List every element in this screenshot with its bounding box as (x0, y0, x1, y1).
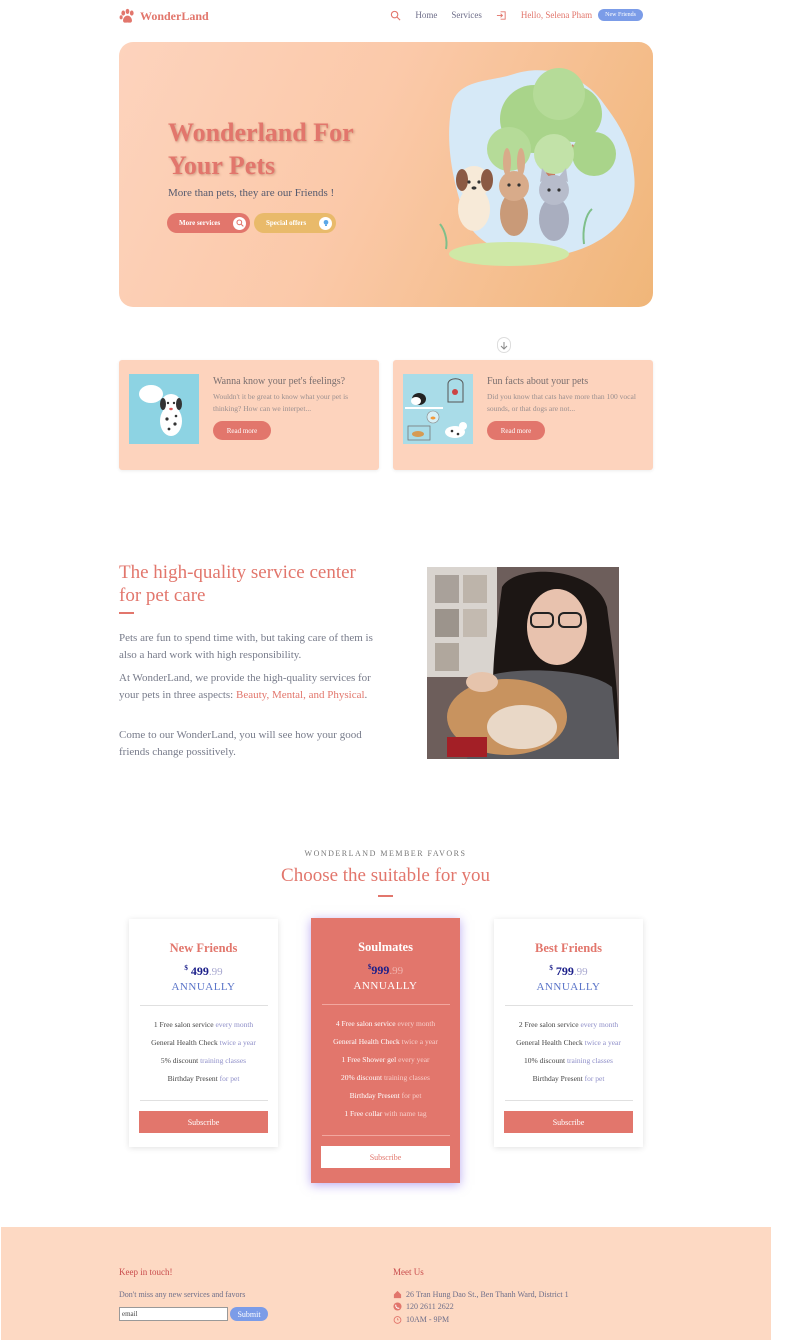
article-card: Wanna know your pet's feelings? Wouldn't… (119, 360, 379, 470)
meet-us-title: Meet Us (393, 1267, 424, 1277)
plan-card-soulmates: Soulmates $999.99 ANNUALLY 4 Free salon … (311, 918, 460, 1183)
article-title[interactable]: Fun facts about your pets (487, 376, 588, 387)
plan-features: 1 Free salon service every month General… (129, 1016, 278, 1088)
plan-price: $999.99 (367, 963, 404, 977)
paw-icon (119, 8, 134, 23)
plan-feature: General Health Check twice a year (151, 1038, 256, 1047)
pricing-eyebrow: WONDERLAND MEMBER FAVORS (304, 849, 467, 858)
hero-banner: Wonderland For Your Pets More than pets,… (119, 42, 653, 353)
plan-features: 2 Free salon service every month General… (494, 1016, 643, 1088)
plan-feature: 20% discount training classes (341, 1073, 430, 1082)
title-underline (378, 895, 393, 897)
read-more-button[interactable]: Read more (213, 421, 271, 440)
plan-feature: 10% discount training classes (524, 1056, 613, 1065)
email-field[interactable] (119, 1307, 228, 1321)
lightbulb-icon (319, 216, 332, 230)
article-excerpt: Did you know that cats have more than 10… (487, 392, 636, 413)
plan-card-new-friends: New Friends $ 499.99 ANNUALLY 1 Free sal… (129, 919, 278, 1147)
read-more-button[interactable]: Read more (487, 421, 545, 440)
plan-features: 4 Free salon service every month General… (311, 1015, 460, 1123)
logo[interactable]: WonderLand (119, 8, 209, 25)
divider (139, 1005, 268, 1006)
plan-name: New Friends (169, 941, 238, 955)
plan-feature: 1 Free collar with name tag (344, 1109, 427, 1118)
nav-links: Home Services Hello, Selena Pham New Fri… (390, 9, 643, 21)
plan-feature: General Health Check twice a year (516, 1038, 621, 1047)
nav-services[interactable]: Services (451, 10, 482, 20)
plan-feature: 1 Free salon service every month (153, 1020, 254, 1029)
plan-price: $ 499.99 (184, 964, 223, 978)
special-offers-button[interactable]: Special offers (254, 213, 336, 233)
article-title[interactable]: Wanna know your pet's feelings? (213, 376, 345, 387)
pets-facts-image (403, 374, 473, 444)
footer: Keep in touch! Don't miss any new servic… (1, 1227, 771, 1340)
dalmatian-image (129, 374, 199, 444)
hero-title: Wonderland For Your Pets (168, 118, 354, 180)
plan-period: ANNUALLY (171, 981, 236, 993)
subscribe-button[interactable]: Subscribe (139, 1111, 268, 1133)
divider (321, 1135, 450, 1136)
plan-feature: Birthday Present for pet (167, 1074, 240, 1083)
phone-row: 120 2611 2622 (393, 1302, 454, 1311)
login-icon[interactable] (496, 10, 507, 21)
phone-icon (393, 1302, 402, 1311)
nav-home[interactable]: Home (415, 10, 437, 20)
woman-with-cat-photo (427, 567, 619, 759)
search-icon[interactable] (390, 10, 401, 21)
hours-text: 10AM - 9PM (406, 1315, 450, 1324)
pets-illustration (439, 68, 635, 266)
divider (321, 1004, 450, 1005)
hours-row: 10AM - 9PM (393, 1315, 449, 1324)
hero-buttons: More services Special offers (167, 213, 336, 233)
article-excerpt: Wouldn't it be great to know what your p… (213, 392, 349, 413)
divider (504, 1005, 633, 1006)
plan-price: $ 799.99 (549, 964, 588, 978)
membership-badge[interactable]: New Friends (598, 9, 643, 21)
plan-card-best-friends: Best Friends $ 799.99 ANNUALLY 2 Free sa… (494, 919, 643, 1147)
address-text: 26 Tran Hung Dao St., Ben Thanh Ward, Di… (406, 1290, 569, 1299)
about-text: . (364, 689, 368, 701)
plan-feature: 4 Free salon service every month (335, 1019, 436, 1028)
search-icon (233, 216, 246, 230)
plan-period: ANNUALLY (353, 980, 418, 992)
scroll-down-button[interactable] (497, 337, 511, 353)
newsletter-text: Don't miss any new services and favors (119, 1290, 246, 1299)
article-card: Fun facts about your pets Did you know t… (393, 360, 653, 470)
plan-feature: Birthday Present for pet (349, 1091, 422, 1100)
about-paragraph: At WonderLand, we provide the high-quali… (119, 670, 381, 704)
submit-button[interactable]: Submit (230, 1307, 268, 1321)
plan-feature: 1 Free Shower gel every year (341, 1055, 430, 1064)
more-services-button[interactable]: More services (167, 213, 250, 233)
keep-in-touch-title: Keep in touch! (119, 1267, 173, 1277)
plan-feature: Birthday Present for pet (532, 1074, 605, 1083)
plan-name: Soulmates (358, 940, 413, 954)
divider (504, 1100, 633, 1101)
divider (139, 1100, 268, 1101)
home-icon (393, 1290, 402, 1299)
more-services-label: More services (179, 219, 221, 227)
alarm-clock-icon (393, 1316, 402, 1324)
plan-feature: General Health Check twice a year (333, 1037, 438, 1046)
plan-name: Best Friends (534, 941, 602, 955)
subscribe-button[interactable]: Subscribe (504, 1111, 633, 1133)
about-paragraph: Come to our WonderLand, you will see how… (119, 729, 362, 758)
logo-text: WonderLand (140, 9, 209, 23)
hero-subtitle: More than pets, they are our Friends ! (168, 187, 335, 199)
arrow-down-icon (500, 341, 508, 350)
address-row: 26 Tran Hung Dao St., Ben Thanh Ward, Di… (393, 1290, 569, 1299)
user-greeting[interactable]: Hello, Selena Pham (521, 10, 592, 20)
top-nav: WonderLand Home Services Hello, Selena P… (119, 6, 653, 30)
plan-feature: 5% discount training classes (160, 1056, 247, 1065)
phone-text: 120 2611 2622 (406, 1302, 454, 1311)
about-paragraph: Pets are fun to spend time with, but tak… (119, 632, 373, 661)
title-underline (119, 612, 134, 614)
about-highlight: Beauty, Mental, and Physical (236, 689, 365, 701)
special-offers-label: Special offers (266, 219, 307, 227)
plan-feature: 2 Free salon service every month (518, 1020, 619, 1029)
plan-period: ANNUALLY (536, 981, 601, 993)
pricing-title: Choose the suitable for you (281, 865, 490, 886)
subscribe-button[interactable]: Subscribe (321, 1146, 450, 1168)
about-title: The high-quality service center for pet … (119, 562, 356, 606)
